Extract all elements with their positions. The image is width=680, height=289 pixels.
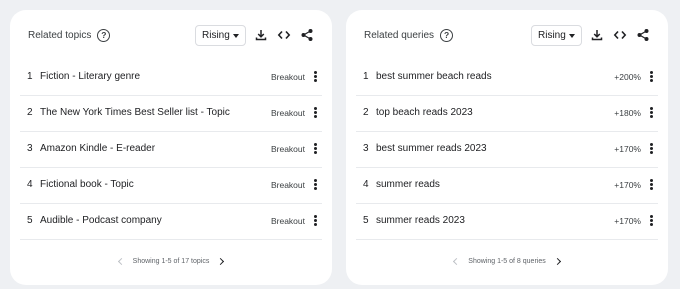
item-label[interactable]: Amazon Kindle - E-reader	[40, 143, 155, 154]
related-topics-panel: Related topics ? Rising 1 Fiction - Lite…	[10, 10, 332, 285]
item-rank: 4	[27, 179, 33, 190]
pagination: Showing 1-5 of 17 topics	[10, 257, 332, 272]
item-value: Breakout	[270, 180, 305, 190]
item-label[interactable]: The New York Times Best Seller list - To…	[40, 107, 230, 118]
item-rank: 2	[27, 107, 33, 118]
item-value: Breakout	[270, 108, 305, 118]
item-label[interactable]: best summer reads 2023	[376, 143, 487, 154]
more-vert-icon[interactable]	[647, 70, 655, 84]
list-item[interactable]: 1 Fiction - Literary genre Breakout	[20, 60, 322, 96]
share-icon[interactable]	[636, 28, 650, 42]
panel-title-text: Related queries	[364, 30, 435, 41]
more-vert-icon[interactable]	[311, 106, 319, 120]
item-rank: 1	[27, 71, 33, 82]
panel-title: Related topics ?	[28, 29, 111, 42]
item-rank: 5	[363, 215, 369, 226]
item-value: +170%	[614, 216, 641, 226]
rising-dropdown[interactable]: Rising	[531, 25, 582, 46]
list-item[interactable]: 2 top beach reads 2023 +180%	[356, 96, 658, 132]
item-value: Breakout	[270, 144, 305, 154]
list-item[interactable]: 5 summer reads 2023 +170%	[356, 204, 658, 240]
download-icon[interactable]	[254, 28, 268, 42]
item-value: +180%	[614, 108, 641, 118]
item-rank: 3	[27, 143, 33, 154]
more-vert-icon[interactable]	[311, 142, 319, 156]
more-vert-icon[interactable]	[311, 214, 319, 228]
list-item[interactable]: 1 best summer beach reads +200%	[356, 60, 658, 96]
related-queries-panel: Related queries ? Rising 1 best summer b…	[346, 10, 668, 285]
item-value: Breakout	[270, 216, 305, 226]
item-value: Breakout	[270, 72, 305, 82]
item-value: +170%	[614, 144, 641, 154]
embed-code-icon[interactable]	[277, 28, 291, 42]
item-rank: 5	[27, 215, 33, 226]
dropdown-value: Rising	[538, 30, 566, 41]
item-label[interactable]: top beach reads 2023	[376, 107, 473, 118]
list-item[interactable]: 3 best summer reads 2023 +170%	[356, 132, 658, 168]
item-label[interactable]: Fiction - Literary genre	[40, 71, 140, 82]
list-item[interactable]: 5 Audible - Podcast company Breakout	[20, 204, 322, 240]
more-vert-icon[interactable]	[311, 178, 319, 192]
more-vert-icon[interactable]	[647, 106, 655, 120]
help-icon[interactable]: ?	[440, 29, 454, 42]
download-icon[interactable]	[590, 28, 604, 42]
chevron-right-icon[interactable]	[553, 257, 561, 266]
chevron-left-icon[interactable]	[117, 257, 125, 266]
more-vert-icon[interactable]	[311, 70, 319, 84]
rising-dropdown[interactable]: Rising	[195, 25, 246, 46]
item-value: +200%	[614, 72, 641, 82]
item-label[interactable]: summer reads	[376, 179, 440, 190]
queries-list: 1 best summer beach reads +200% 2 top be…	[356, 60, 658, 240]
list-item[interactable]: 2 The New York Times Best Seller list - …	[20, 96, 322, 132]
more-vert-icon[interactable]	[647, 178, 655, 192]
item-rank: 2	[363, 107, 369, 118]
pagination: Showing 1-5 of 8 queries	[346, 257, 668, 272]
caret-down-icon	[233, 34, 239, 38]
list-item[interactable]: 3 Amazon Kindle - E-reader Breakout	[20, 132, 322, 168]
help-icon[interactable]: ?	[97, 29, 111, 42]
panel-title: Related queries ?	[364, 29, 454, 42]
panel-header: Related queries ? Rising	[346, 25, 668, 49]
topics-list: 1 Fiction - Literary genre Breakout 2 Th…	[20, 60, 322, 240]
item-label[interactable]: best summer beach reads	[376, 71, 492, 82]
caret-down-icon	[569, 34, 575, 38]
item-label[interactable]: Fictional book - Topic	[40, 179, 134, 190]
list-item[interactable]: 4 summer reads +170%	[356, 168, 658, 204]
pagination-text: Showing 1-5 of 17 topics	[132, 258, 210, 265]
pagination-text: Showing 1-5 of 8 queries	[468, 258, 546, 265]
more-vert-icon[interactable]	[647, 214, 655, 228]
item-rank: 4	[363, 179, 369, 190]
chevron-right-icon[interactable]	[217, 257, 225, 266]
panel-title-text: Related topics	[28, 30, 92, 41]
share-icon[interactable]	[300, 28, 314, 42]
item-rank: 1	[363, 71, 369, 82]
more-vert-icon[interactable]	[647, 142, 655, 156]
item-label[interactable]: summer reads 2023	[376, 215, 465, 226]
item-value: +170%	[614, 180, 641, 190]
embed-code-icon[interactable]	[613, 28, 627, 42]
dropdown-value: Rising	[202, 30, 230, 41]
item-label[interactable]: Audible - Podcast company	[40, 215, 162, 226]
chevron-left-icon[interactable]	[453, 257, 461, 266]
panel-header: Related topics ? Rising	[10, 25, 332, 49]
item-rank: 3	[363, 143, 369, 154]
list-item[interactable]: 4 Fictional book - Topic Breakout	[20, 168, 322, 204]
